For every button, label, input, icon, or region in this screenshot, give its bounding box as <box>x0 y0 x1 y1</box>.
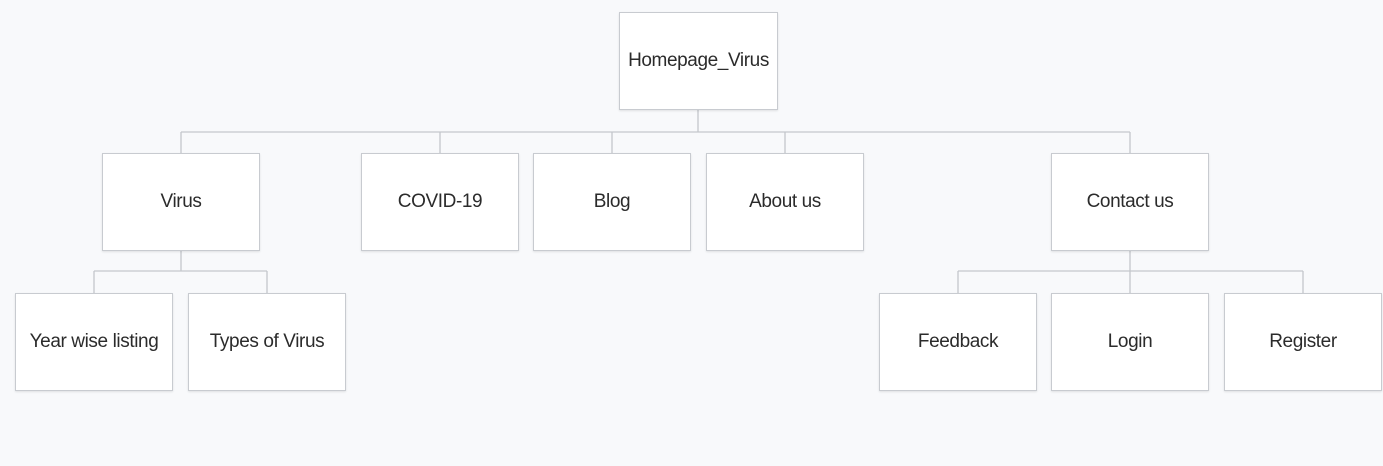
node-virus[interactable]: Virus <box>102 153 260 251</box>
node-label: About us <box>749 191 821 212</box>
node-label: Homepage_Virus <box>628 50 769 71</box>
node-label: Virus <box>160 191 202 212</box>
node-label: Year wise listing <box>29 331 159 352</box>
node-label: COVID-19 <box>397 191 483 212</box>
node-types-of-virus[interactable]: Types of Virus <box>188 293 346 391</box>
node-login[interactable]: Login <box>1051 293 1209 391</box>
node-year-wise-listing[interactable]: Year wise listing <box>15 293 173 391</box>
node-label: Contact us <box>1086 191 1174 212</box>
node-register[interactable]: Register <box>1224 293 1382 391</box>
sitemap-diagram: Homepage_Virus Virus COVID-19 Blog About… <box>0 0 1383 466</box>
node-label: Feedback <box>917 331 999 352</box>
node-feedback[interactable]: Feedback <box>879 293 1037 391</box>
node-homepage-virus[interactable]: Homepage_Virus <box>619 12 778 110</box>
node-label: Types of Virus <box>209 331 325 352</box>
node-covid-19[interactable]: COVID-19 <box>361 153 519 251</box>
node-contact-us[interactable]: Contact us <box>1051 153 1209 251</box>
node-label: Login <box>1107 331 1153 352</box>
node-about-us[interactable]: About us <box>706 153 864 251</box>
node-label: Register <box>1269 331 1337 352</box>
node-label: Blog <box>593 191 631 212</box>
node-blog[interactable]: Blog <box>533 153 691 251</box>
